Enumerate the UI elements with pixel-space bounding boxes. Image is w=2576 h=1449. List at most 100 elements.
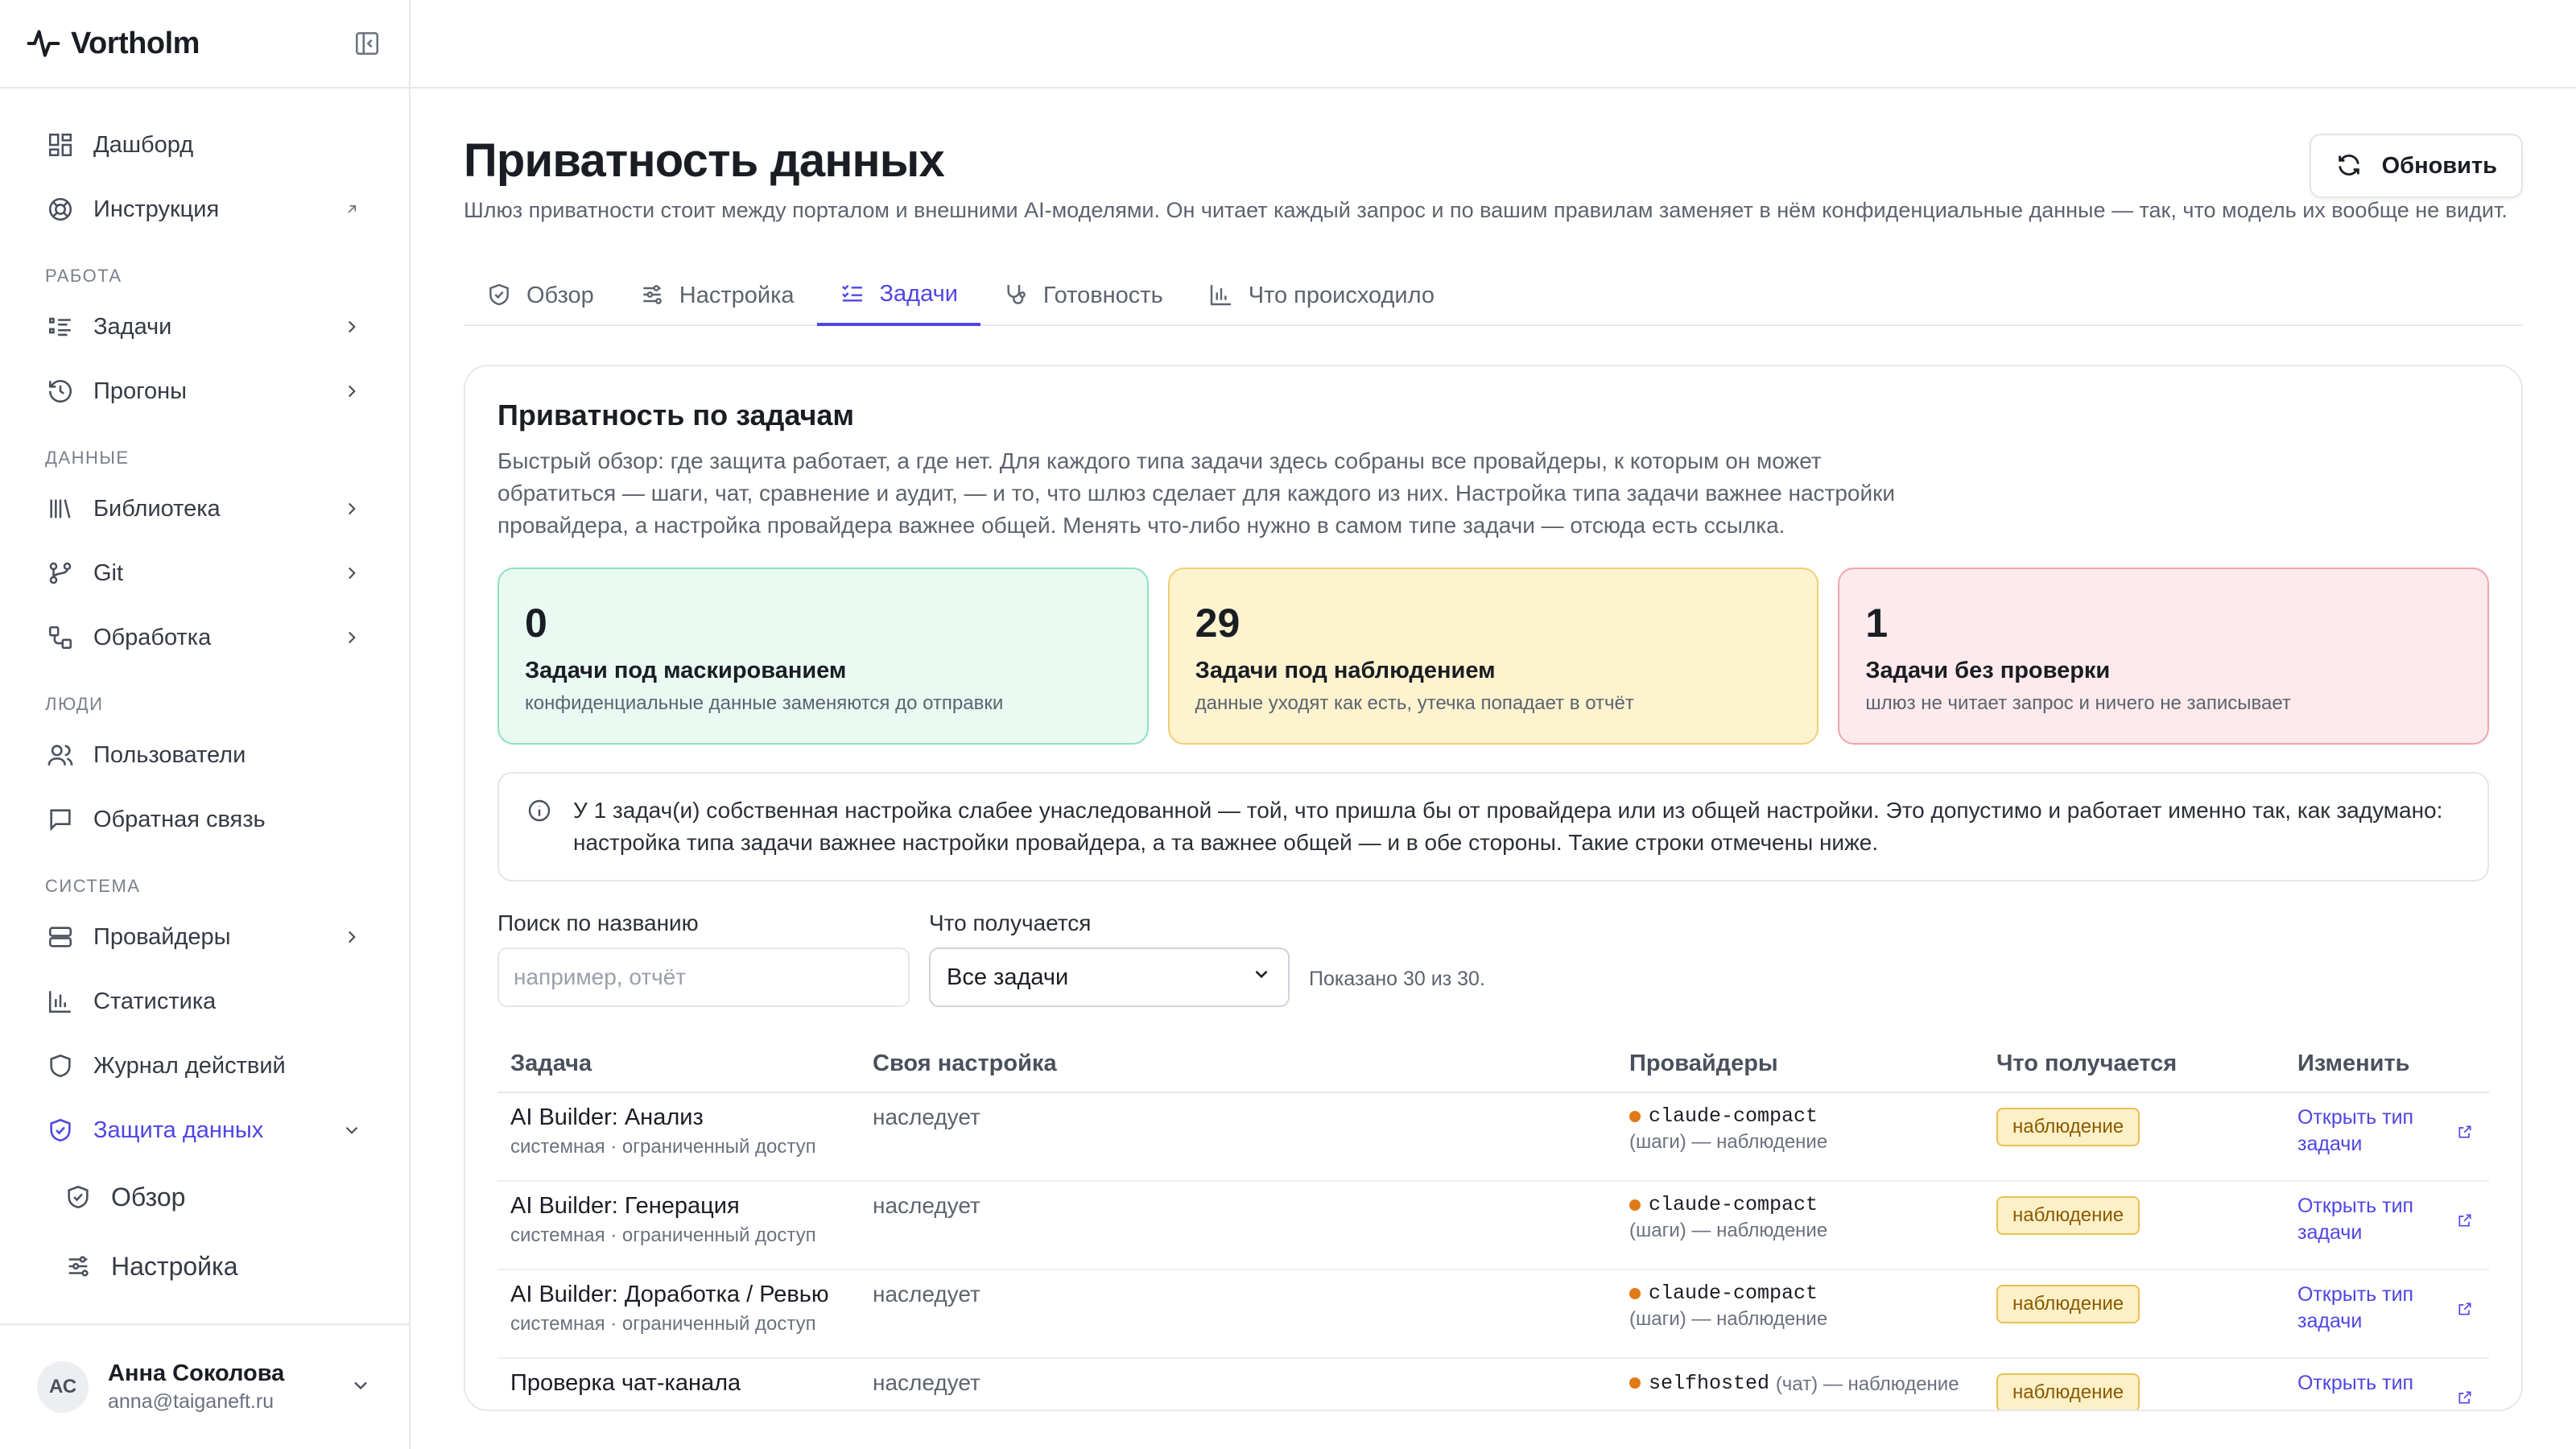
content: Приватность данных Шлюз приватности стои…	[411, 89, 2576, 1411]
column-header: Своя настройка	[860, 1036, 1616, 1093]
tab-label: Обзор	[526, 282, 594, 308]
external-arrow-icon	[340, 197, 364, 221]
chevron-right-icon	[340, 625, 364, 650]
info-icon	[526, 798, 554, 825]
nav-subitem-settings[interactable]: Настройка	[23, 1232, 386, 1301]
tab-tasks[interactable]: Задачи	[816, 265, 980, 326]
nav-section-title: СИСТЕМА	[45, 876, 141, 896]
brand-name: Vortholm	[71, 26, 200, 60]
stats-row: 0 Задачи под маскированием конфиденциаль…	[497, 568, 2490, 745]
task-name: AI Builder: Анализ	[510, 1104, 704, 1130]
column-header: Задача	[497, 1036, 860, 1093]
status-badge: наблюдение	[1996, 1108, 2140, 1146]
result-filter-label: Что получается	[929, 910, 1092, 935]
result-filter-group: Что получается Все задачи	[929, 910, 1290, 1007]
task-name: Проверка чат-канала	[510, 1370, 741, 1396]
panel-collapse-icon	[355, 31, 379, 56]
brand-header: Vortholm	[0, 0, 409, 89]
tasks-table: Задача Своя настройка Провайдеры Что пол…	[497, 1036, 2489, 1410]
provider-line: selfhosted (чат) — наблюдение	[1629, 1370, 1971, 1396]
dashboard-icon	[45, 130, 76, 160]
link-label: Открыть тип задачи	[2297, 1106, 2414, 1155]
column-header: Что получается	[1984, 1036, 2285, 1093]
shield-check-icon	[45, 1115, 76, 1146]
nav-item-guide[interactable]: Инструкция	[23, 177, 386, 242]
nav-item-library[interactable]: Библиотека	[23, 477, 386, 541]
checklist-icon	[840, 280, 867, 308]
nav-item-label: Инструкция	[93, 196, 220, 222]
message-icon	[45, 804, 76, 835]
nav-section-title: ЛЮДИ	[45, 694, 104, 714]
chevron-right-icon	[340, 561, 364, 585]
nav-item-git[interactable]: Git	[23, 541, 386, 605]
open-task-type-link[interactable]: Открыть тип задачи	[2297, 1193, 2476, 1246]
sidebar: Vortholm Дашборд Инструкция РАБОТА Задач…	[0, 0, 411, 1449]
external-link-icon	[2457, 1124, 2476, 1143]
card-description: Быстрый обзор: где защита работает, а гд…	[497, 448, 1896, 538]
nav-subitem-overview[interactable]: Обзор	[23, 1162, 386, 1232]
stat-value: 29	[1195, 601, 1241, 646]
tab-overview[interactable]: Обзор	[464, 265, 617, 326]
nav-item-label: Статистика	[93, 988, 217, 1014]
stat-label: Задачи под маскированием	[525, 658, 847, 683]
provider-line: claude-compact	[1629, 1104, 1971, 1128]
open-task-type-link[interactable]: Открыть тип задачи	[2297, 1104, 2476, 1158]
tab-settings[interactable]: Настройка	[617, 265, 817, 326]
stat-subtitle: конфиденциальные данные заменяются до от…	[525, 692, 1004, 714]
provider-line: claude-compact	[1629, 1193, 1971, 1216]
nav-item-processing[interactable]: Обработка	[23, 605, 386, 670]
provider-note: (шаги) — наблюдение	[1629, 1220, 1828, 1241]
tab-history[interactable]: Что происходило	[1186, 265, 1457, 326]
user-menu[interactable]: АС Анна Соколова anna@taiganeft.ru	[0, 1323, 409, 1449]
nav-item-tasks[interactable]: Задачи	[23, 295, 386, 359]
nav-item-audit-log[interactable]: Журнал действий	[23, 1034, 386, 1098]
chevron-right-icon	[340, 315, 364, 339]
sidebar-collapse-button[interactable]	[351, 27, 383, 60]
stat-subtitle: шлюз не читает запрос и ничего не записы…	[1865, 692, 2291, 714]
nav-item-label: Прогоны	[93, 378, 188, 404]
stat-observed: 29 Задачи под наблюдением данные уходят …	[1167, 568, 1819, 745]
chevron-down-icon	[349, 1374, 372, 1401]
result-filter-select[interactable]: Все задачи	[929, 947, 1290, 1007]
stat-masked: 0 Задачи под маскированием конфиденциаль…	[497, 568, 1149, 745]
app: Vortholm Дашборд Инструкция РАБОТА Задач…	[0, 0, 2576, 1449]
nav-section-title: ДАННЫЕ	[45, 448, 130, 468]
nav-item-dashboard[interactable]: Дашборд	[23, 113, 386, 177]
status-badge: наблюдение	[1996, 1196, 2140, 1235]
link-label: Открыть тип	[2297, 1372, 2414, 1394]
stat-value: 1	[1865, 601, 1889, 646]
stat-label: Задачи под наблюдением	[1195, 658, 1496, 683]
tab-readiness[interactable]: Готовность	[980, 265, 1186, 326]
provider-line: claude-compact	[1629, 1282, 1971, 1305]
status-badge: наблюдение	[1996, 1373, 2140, 1410]
page-description: Шлюз приватности стоит между порталом и …	[464, 198, 2508, 222]
refresh-button[interactable]: Обновить	[2309, 134, 2523, 198]
tabs: Обзор Настройка Задачи Готовность Что пр…	[464, 265, 2523, 326]
nav-item-data-protection[interactable]: Защита данных	[23, 1098, 386, 1162]
nav-item-label: Провайдеры	[93, 923, 231, 950]
task-privacy-card: Приватность по задачам Быстрый обзор: гд…	[464, 365, 2523, 1411]
nav-item-providers[interactable]: Провайдеры	[23, 905, 386, 969]
nav-item-label: Git	[93, 559, 124, 586]
chevron-right-icon	[340, 497, 364, 521]
nav-item-users[interactable]: Пользователи	[23, 723, 386, 787]
nav-item-label: Обзор	[111, 1182, 186, 1212]
nav-item-statistics[interactable]: Статистика	[23, 969, 386, 1034]
status-dot	[1629, 1377, 1641, 1389]
status-dot	[1629, 1199, 1641, 1211]
task-meta: системная · ограниченный доступ	[510, 1136, 816, 1158]
chevron-right-icon	[340, 379, 364, 403]
sliders-icon	[63, 1251, 93, 1282]
provider-name: claude-compact	[1649, 1282, 1818, 1305]
search-input[interactable]	[497, 947, 910, 1007]
open-task-type-link[interactable]: Открыть тип	[2297, 1370, 2476, 1409]
search-label: Поиск по названию	[497, 910, 699, 935]
provider-note: (шаги) — наблюдение	[1629, 1308, 1828, 1330]
task-meta: системная · ограниченный доступ	[510, 1224, 816, 1246]
nav-item-runs[interactable]: Прогоны	[23, 359, 386, 423]
nav-item-feedback[interactable]: Обратная связь	[23, 787, 386, 852]
chevron-right-icon	[340, 925, 364, 949]
nav-item-label: Обработка	[93, 624, 212, 650]
open-task-type-link[interactable]: Открыть тип задачи	[2297, 1282, 2476, 1335]
provider-name: selfhosted	[1649, 1371, 1770, 1395]
